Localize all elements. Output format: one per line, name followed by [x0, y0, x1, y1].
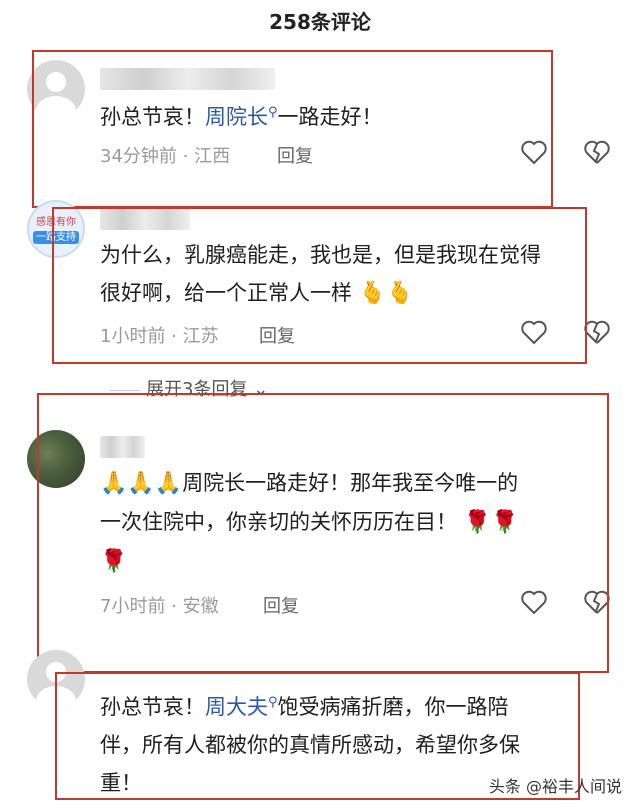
reply-button[interactable]: 回复 — [259, 322, 295, 348]
username[interactable] — [100, 208, 190, 230]
chevron-down-icon: ⌄ — [253, 379, 269, 400]
avatar[interactable] — [27, 60, 85, 118]
comment-text: 为什么，乳腺癌能走，我也是，但是我现在觉得 很好啊，给一个正常人一样 🫰🫰 — [100, 243, 541, 306]
emoji-icon: 🌹🌹 — [463, 510, 519, 535]
username[interactable] — [100, 436, 145, 458]
emoji-icon: 🙏🙏🙏 — [100, 471, 183, 496]
comment-text: 孙总节哀！周大夫⚲饱受病痛折磨，你一路陪 伴，所有人都被你的真情所感动，希望你多… — [100, 695, 520, 795]
comment-meta: 7小时前 · 安徽 — [100, 596, 219, 617]
mention-link[interactable]: 周院长 — [205, 105, 268, 129]
avatar[interactable] — [27, 650, 85, 708]
like-heart-icon[interactable] — [519, 137, 549, 167]
avatar[interactable]: 感恩有你 一路支持 — [27, 200, 85, 258]
reply-button[interactable]: 回复 — [277, 142, 313, 168]
search-icon: ⚲ — [268, 105, 278, 120]
emoji-icon: 🌹 — [100, 549, 128, 574]
expand-replies-button[interactable]: 展开3条回复 ⌄ — [110, 375, 268, 401]
comment-text: 孙总节哀！周院长⚲一路走好！ — [100, 105, 383, 129]
mention-link[interactable]: 周大夫 — [205, 695, 268, 719]
like-heart-icon[interactable] — [519, 587, 549, 617]
watermark: 头条 @裕丰人间说 — [488, 777, 622, 796]
broken-heart-icon[interactable] — [582, 137, 612, 167]
comments-count-title: 258条评论 — [269, 10, 371, 34]
like-heart-icon[interactable] — [519, 317, 549, 347]
avatar[interactable] — [27, 430, 85, 488]
broken-heart-icon[interactable] — [582, 587, 612, 617]
emoji-icon: 🫰🫰 — [358, 281, 414, 306]
reply-button[interactable]: 回复 — [263, 592, 299, 618]
search-icon: ⚲ — [268, 695, 278, 710]
comment-meta: 34分钟前 · 江西 — [100, 146, 231, 167]
comment-text: 🙏🙏🙏周院长一路走好！那年我至今唯一的 一次住院中，你亲切的关怀历历在目！ 🌹🌹… — [100, 471, 519, 574]
broken-heart-icon[interactable] — [582, 317, 612, 347]
comment-meta: 1小时前 · 江苏 — [100, 326, 219, 347]
username[interactable] — [100, 68, 275, 90]
